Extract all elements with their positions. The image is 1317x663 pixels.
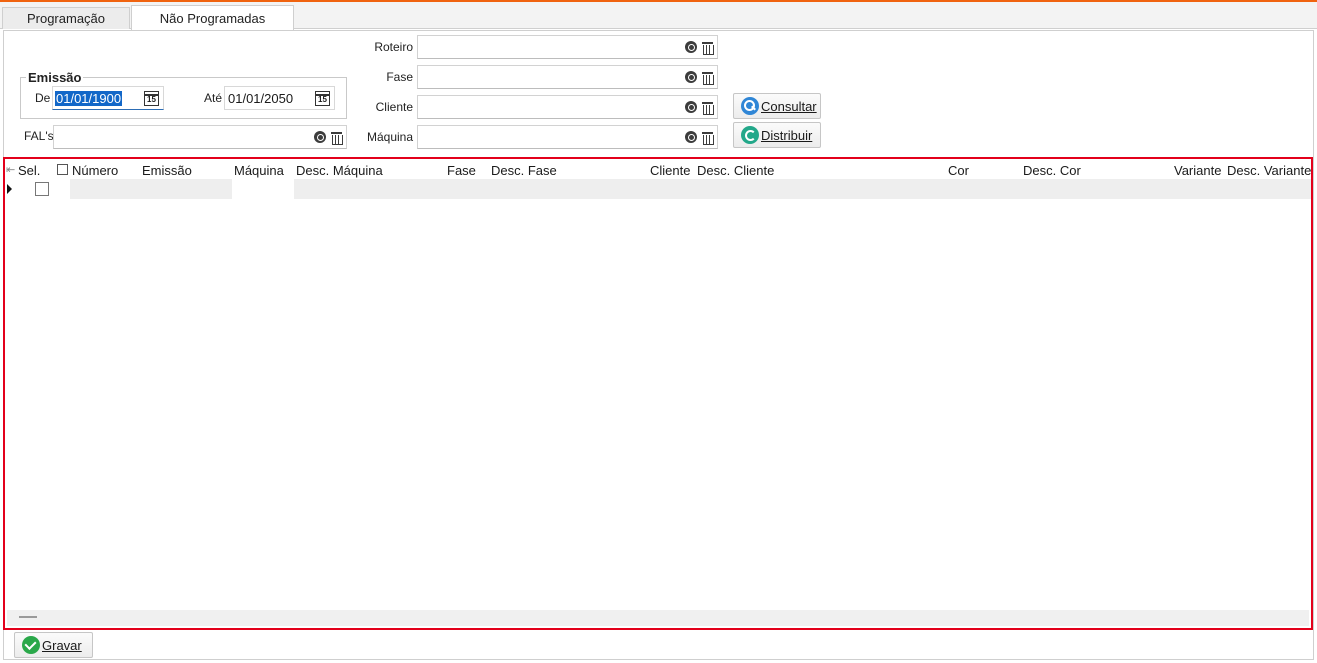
col-header-desc-maquina[interactable]: Desc. Máquina	[296, 163, 383, 178]
col-header-desc-variante[interactable]: Desc. Variante	[1227, 163, 1311, 178]
results-grid[interactable]: ⇤ Sel. Número Emissão Máquina Desc. Máqu…	[3, 157, 1313, 630]
current-row-indicator	[7, 184, 12, 194]
search-icon	[741, 97, 759, 115]
grid-footer	[7, 610, 1309, 626]
col-header-emissao[interactable]: Emissão	[142, 163, 192, 178]
table-row[interactable]	[70, 179, 232, 199]
column-chooser-icon[interactable]: ⇤	[6, 163, 15, 176]
col-header-desc-cliente[interactable]: Desc. Cliente	[697, 163, 774, 178]
emissao-group-title: Emissão	[26, 70, 84, 85]
fals-input[interactable]	[53, 125, 347, 149]
maquina-input[interactable]	[417, 125, 718, 149]
refresh-icon	[741, 126, 759, 144]
col-header-variante[interactable]: Variante	[1174, 163, 1221, 178]
consultar-button[interactable]: Consultar	[733, 93, 821, 119]
calendar-day: 15	[318, 95, 327, 104]
check-icon	[22, 636, 40, 654]
cliente-label: Cliente	[375, 100, 413, 114]
maquina-label: Máquina	[366, 130, 413, 144]
tab-programacao[interactable]: Programação	[2, 7, 130, 29]
distribuir-label: Distribuir	[761, 128, 813, 143]
search-icon[interactable]	[685, 101, 697, 113]
ate-date-value: 01/01/2050	[228, 91, 294, 106]
calendar-day: 15	[147, 95, 156, 104]
col-header-desc-fase[interactable]: Desc. Fase	[491, 163, 557, 178]
search-icon[interactable]	[314, 131, 326, 143]
trash-icon[interactable]	[331, 131, 343, 145]
col-header-sel[interactable]: Sel.	[18, 163, 40, 178]
de-date-value: 01/01/1900	[55, 91, 123, 106]
row-select-checkbox[interactable]	[35, 182, 49, 196]
consultar-label: Consultar	[761, 99, 817, 114]
col-header-fase[interactable]: Fase	[447, 163, 476, 178]
calendar-icon[interactable]: 15	[315, 91, 330, 106]
gravar-label: Gravar	[42, 638, 82, 653]
tab-strip: Programação Não Programadas	[0, 2, 1317, 31]
gravar-button[interactable]: Gravar	[14, 632, 93, 658]
col-header-cliente[interactable]: Cliente	[650, 163, 690, 178]
col-header-cor[interactable]: Cor	[948, 163, 969, 178]
distribuir-button[interactable]: Distribuir	[733, 122, 821, 148]
fase-input[interactable]	[417, 65, 718, 89]
select-all-checkbox[interactable]	[57, 164, 68, 175]
calendar-icon[interactable]: 15	[144, 91, 159, 106]
ate-date-field[interactable]: 01/01/2050 15	[224, 86, 335, 110]
de-date-field[interactable]: 01/01/1900 15	[52, 86, 164, 110]
col-header-numero[interactable]: Número	[72, 163, 118, 178]
tab-nao-programadas[interactable]: Não Programadas	[131, 5, 294, 31]
fals-label: FAL's	[24, 129, 54, 143]
search-icon[interactable]	[685, 71, 697, 83]
ate-label: Até	[204, 91, 223, 105]
trash-icon[interactable]	[702, 71, 714, 85]
roteiro-input[interactable]	[417, 35, 718, 59]
de-label: De	[35, 91, 51, 105]
cliente-input[interactable]	[417, 95, 718, 119]
search-icon[interactable]	[685, 41, 697, 53]
trash-icon[interactable]	[702, 131, 714, 145]
trash-icon[interactable]	[702, 41, 714, 55]
trash-icon[interactable]	[702, 101, 714, 115]
footer-handle[interactable]	[19, 616, 37, 618]
col-header-maquina[interactable]: Máquina	[234, 163, 284, 178]
search-icon[interactable]	[685, 131, 697, 143]
fase-label: Fase	[386, 70, 413, 84]
table-row[interactable]	[294, 179, 1311, 199]
roteiro-label: Roteiro	[374, 40, 413, 54]
col-header-desc-cor[interactable]: Desc. Cor	[1023, 163, 1081, 178]
